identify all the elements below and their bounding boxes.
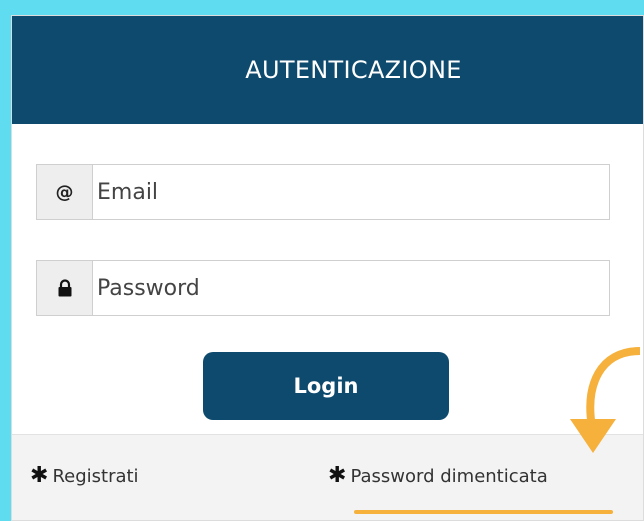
email-field[interactable] — [93, 165, 609, 219]
gear-icon: ✱ — [328, 463, 347, 488]
highlight-underline — [354, 510, 613, 514]
at-icon: @ — [37, 165, 93, 219]
password-field[interactable] — [93, 261, 609, 315]
password-input-group — [36, 260, 610, 316]
forgot-password-link[interactable]: ✱ Password dimenticata — [328, 465, 548, 487]
panel-header: AUTENTICAZIONE — [12, 16, 643, 124]
page-title: AUTENTICAZIONE — [245, 56, 462, 84]
register-label: Registrati — [52, 465, 139, 487]
login-button[interactable]: Login — [203, 352, 449, 420]
register-link[interactable]: ✱ Registrati — [30, 465, 139, 487]
curved-arrow-icon — [570, 347, 640, 453]
gear-icon: ✱ — [30, 463, 49, 488]
lock-icon — [37, 261, 93, 315]
email-input-group: @ — [36, 164, 610, 220]
forgot-password-label: Password dimenticata — [350, 465, 548, 487]
